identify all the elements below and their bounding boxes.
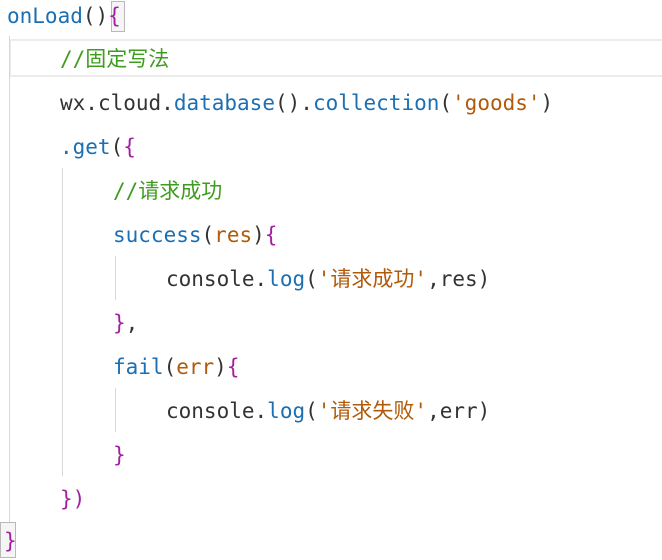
code-line: wx.cloud.database().collection('goods')	[60, 88, 553, 118]
code-line: //固定写法	[60, 44, 169, 74]
method-name: database	[173, 91, 275, 115]
string-literal: '请求成功'	[317, 267, 428, 291]
method-name: collection	[312, 91, 440, 115]
comma: ,	[125, 311, 139, 335]
code-line: fail(err){	[113, 352, 239, 382]
close-brace: })	[60, 487, 86, 511]
identifier: console	[166, 267, 255, 291]
open-brace: {	[226, 355, 240, 379]
code-line: onLoad(){	[7, 1, 121, 31]
open-brace: {	[264, 223, 278, 247]
argument: ,err	[427, 399, 478, 423]
function-name: fail	[113, 355, 164, 379]
identifier: console	[166, 399, 255, 423]
parameter: res	[214, 223, 253, 247]
code-line: //请求成功	[113, 176, 222, 206]
string-literal: 'goods'	[452, 91, 541, 115]
parentheses: ()	[82, 4, 109, 28]
code-line: console.log('请求失败',err)	[166, 396, 490, 426]
paren-open: (	[201, 223, 215, 247]
code-line: .get({	[60, 132, 136, 162]
open-brace: {	[108, 4, 121, 28]
method-name: log	[267, 267, 306, 291]
method-name: log	[267, 399, 306, 423]
close-brace: }	[113, 443, 126, 467]
indent-guide	[62, 168, 63, 476]
code-line: }	[113, 440, 126, 470]
paren-close: )	[477, 267, 491, 291]
identifier: wx	[60, 91, 86, 115]
function-name: success	[113, 223, 202, 247]
code-line: success(res){	[113, 220, 277, 250]
close-brace: }	[113, 311, 126, 335]
code-line: },	[113, 308, 138, 338]
code-line: }	[4, 526, 17, 556]
paren-close: )	[252, 223, 265, 247]
code-line: })	[60, 484, 85, 514]
paren-open: (	[110, 135, 124, 159]
function-name: onLoad	[7, 4, 83, 28]
parameter: err	[176, 355, 215, 379]
paren-open: (	[439, 91, 453, 115]
dot: .	[300, 91, 313, 115]
close-brace: }	[4, 529, 17, 553]
paren-open: (	[163, 355, 177, 379]
code-editor[interactable]: onLoad(){ //固定写法 wx.cloud.database().col…	[0, 0, 662, 560]
dot: .	[254, 399, 268, 423]
paren-close: )	[214, 355, 227, 379]
open-brace: {	[123, 135, 136, 159]
dot: .	[254, 267, 268, 291]
dot: .	[85, 91, 98, 115]
argument: ,res	[427, 267, 478, 291]
dot: .	[161, 91, 174, 115]
code-comment: //固定写法	[60, 47, 170, 71]
paren-open: (	[305, 399, 318, 423]
indent-guide	[9, 36, 10, 526]
parentheses: ()	[274, 91, 301, 115]
indent-guide	[115, 256, 116, 300]
string-literal: '请求失败'	[317, 399, 428, 423]
identifier: cloud	[97, 91, 162, 115]
paren-close: )	[477, 399, 491, 423]
code-comment: //请求成功	[113, 179, 223, 203]
method-name: .get	[60, 135, 111, 159]
indent-guide	[115, 388, 116, 432]
code-line: console.log('请求成功',res)	[166, 264, 490, 294]
paren-open: (	[305, 267, 318, 291]
paren-close: )	[540, 91, 554, 115]
